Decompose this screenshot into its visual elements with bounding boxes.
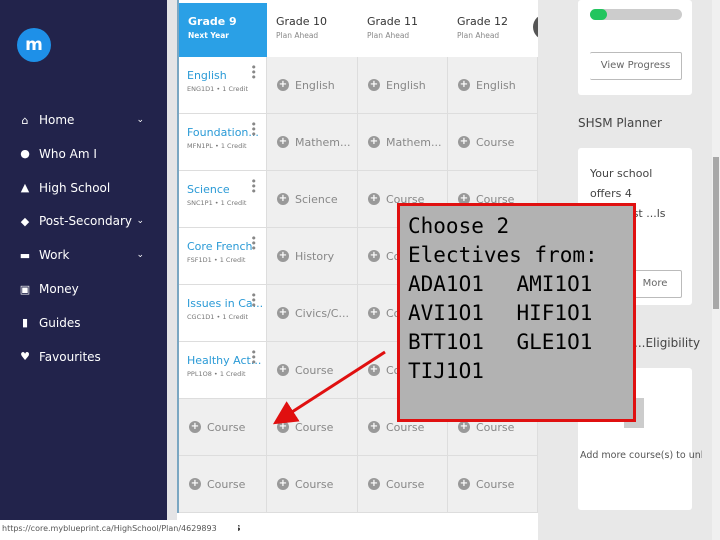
callout-arrow — [272, 350, 386, 425]
arrow-line — [272, 350, 386, 425]
